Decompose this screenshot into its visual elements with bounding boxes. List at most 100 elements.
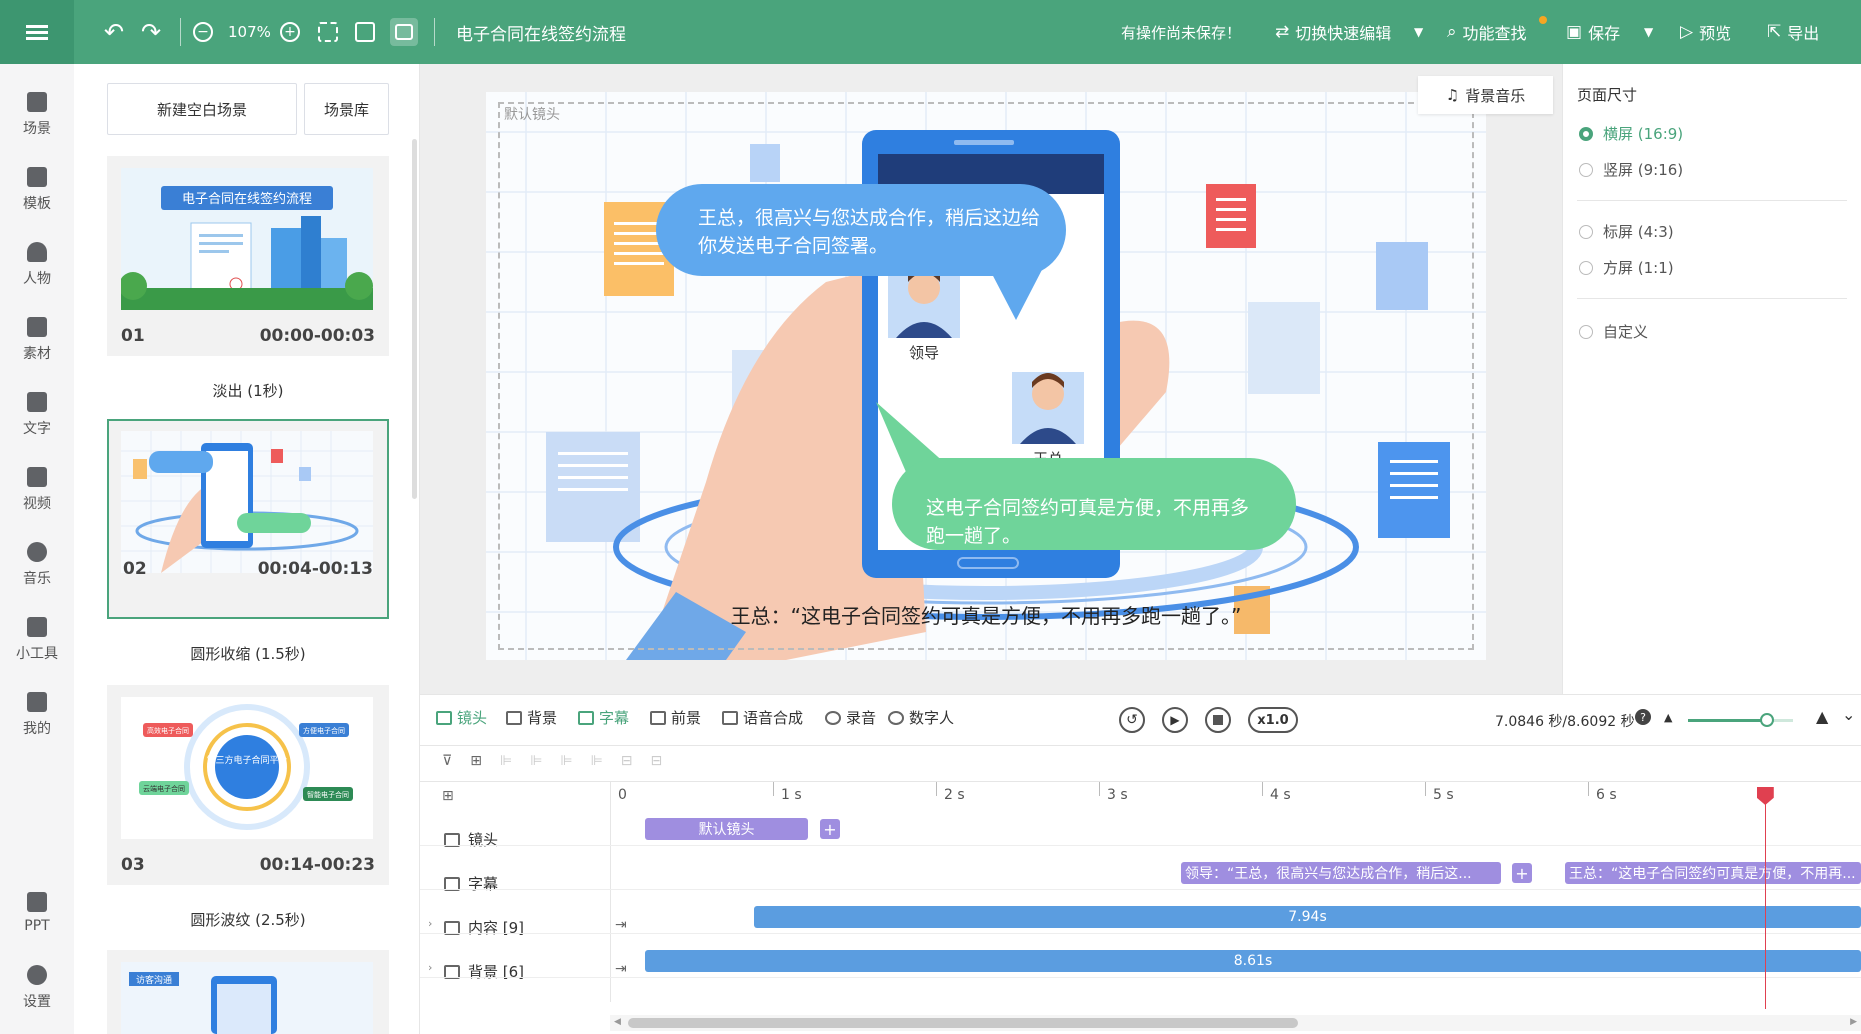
scene-transition-3[interactable]: 圆形波纹 (2.5秒) (107, 909, 389, 930)
undo-icon[interactable]: ↶ (104, 18, 124, 46)
add-camera-button[interactable]: + (820, 819, 840, 839)
nav-scene[interactable]: 场景 (0, 80, 74, 150)
camera-frame[interactable] (498, 102, 1474, 650)
size-option-1-1[interactable]: 方屏 (1:1) (1579, 257, 1674, 278)
ungroup-icon[interactable]: ⊟ (651, 753, 663, 769)
scroll-right-icon[interactable]: ▶ (1850, 1017, 1857, 1027)
ratio-icon[interactable] (355, 18, 375, 46)
replay-icon[interactable]: ↺ (1119, 707, 1145, 733)
timeline-zoom-slider[interactable] (1688, 713, 1793, 727)
tab-digital-human[interactable]: 数字人 (888, 707, 954, 728)
nav-material[interactable]: 素材 (0, 305, 74, 375)
scene-card-3[interactable]: 第三方电子合同平台 高效电子合同 方便电子合同 云端电子合同 智能电子合同 03… (107, 685, 389, 885)
scroll-left-icon[interactable]: ◀ (614, 1017, 621, 1027)
tab-tts[interactable]: 语音合成 (722, 707, 803, 728)
zoom-in-icon[interactable]: + (280, 18, 300, 46)
play-icon[interactable]: ▶ (1162, 707, 1188, 733)
camera-clip[interactable]: 默认镜头 (645, 818, 808, 840)
scene-number: 02 (123, 559, 147, 579)
scrollbar-thumb[interactable] (628, 1018, 1298, 1028)
collapse-icon[interactable]: ⌄ (1842, 705, 1855, 724)
zoom-out-icon[interactable]: − (193, 18, 213, 46)
scene-scrollbar[interactable] (412, 139, 417, 499)
nav-character[interactable]: 人物 (0, 230, 74, 300)
content-clip[interactable]: 7.94s (754, 906, 1861, 928)
background-music-button[interactable]: ♫ 背景音乐 (1418, 76, 1553, 114)
scene-library-button[interactable]: 场景库 (304, 83, 389, 135)
stop-icon[interactable] (1205, 707, 1231, 733)
nav-video[interactable]: 视频 (0, 455, 74, 525)
gear-icon (27, 965, 47, 985)
quick-edit-button[interactable]: ⇄ 切换快速编辑 (1275, 18, 1391, 46)
layer-icon[interactable]: ⊞ (470, 753, 482, 769)
size-option-9-16[interactable]: 竖屏 (9:16) (1579, 159, 1683, 180)
speed-button[interactable]: x1.0 (1248, 707, 1298, 733)
playhead[interactable] (1756, 787, 1774, 1009)
scene-card-1[interactable]: 电子合同在线签约流程 01 00:00-00:03 (107, 156, 389, 356)
find-button[interactable]: ⌕ 功能查找 (1447, 16, 1547, 46)
distribute-icon[interactable]: ⊫ (591, 753, 603, 769)
hamburger-menu-icon[interactable] (0, 0, 74, 64)
subtitle-clip-1[interactable]: 领导：“王总，很高兴与您达成合作，稍后这... (1181, 862, 1501, 884)
save-dropdown-icon[interactable]: ▼ (1644, 18, 1653, 46)
track-content-label[interactable]: 内容 [9] (444, 917, 524, 938)
ruler-label: 5 s (1433, 787, 1454, 803)
tab-background[interactable]: 背景 (506, 707, 557, 728)
zoom-out-mountain-icon[interactable]: ▲ (1664, 711, 1672, 724)
nav-music[interactable]: 音乐 (0, 530, 74, 600)
save-button[interactable]: ▣ 保存 (1566, 18, 1620, 46)
expand-chevron-icon[interactable]: › (428, 917, 432, 930)
size-option-custom[interactable]: 自定义 (1579, 321, 1648, 342)
group-icon[interactable]: ⊟ (621, 753, 633, 769)
new-blank-scene-button[interactable]: 新建空白场景 (107, 83, 297, 135)
horizontal-scrollbar[interactable]: ◀ ▶ (610, 1015, 1861, 1031)
track-export-icon[interactable]: ⇥ (615, 917, 627, 933)
align-right-icon[interactable]: ⊫ (560, 753, 572, 769)
redo-icon[interactable]: ↷ (141, 18, 161, 46)
size-option-16-9[interactable]: 横屏 (16:9) (1579, 123, 1683, 144)
nav-text[interactable]: 文字 (0, 380, 74, 450)
switch-icon: ⇄ (1275, 22, 1290, 42)
align-left-icon[interactable]: ⊫ (500, 753, 512, 769)
scene-time: 00:04-00:13 (257, 559, 373, 579)
filter-icon[interactable]: ⊽ (442, 753, 452, 769)
thumb-tag: 方便电子合同 (303, 726, 345, 735)
expand-chevron-icon[interactable]: › (428, 961, 432, 974)
export-button[interactable]: ⇱ 导出 (1767, 18, 1819, 46)
music-note-icon: ♫ (1445, 86, 1460, 104)
nav-template[interactable]: 模板 (0, 155, 74, 225)
tab-subtitle[interactable]: 字幕 (578, 707, 629, 728)
stage-canvas[interactable]: 领导 王总 王总，很高兴与您达成合作，稍后这边给你发送电子合同签署。 这电子合同… (486, 92, 1486, 660)
track-export-icon[interactable]: ⇥ (615, 961, 627, 977)
document-title[interactable]: 电子合同在线签约流程 (456, 18, 626, 46)
size-option-4-3[interactable]: 标屏 (4:3) (1579, 221, 1674, 242)
add-subtitle-button[interactable]: + (1512, 863, 1532, 883)
subtitle-clip-2[interactable]: 王总：“这电子合同签约可真是方便，不用再... (1565, 862, 1861, 884)
subtitle-icon[interactable] (390, 18, 418, 46)
help-icon[interactable]: ? (1635, 709, 1651, 725)
preview-button[interactable]: ▷ 预览 (1680, 18, 1731, 46)
zoom-slider-handle[interactable] (1759, 713, 1774, 727)
panel-title: 页面尺寸 (1577, 86, 1638, 104)
track-background-label[interactable]: 背景 [6] (444, 961, 524, 982)
chevron-down-icon[interactable]: ▼ (1414, 18, 1423, 46)
scene-transition-2[interactable]: 圆形收缩 (1.5秒) (107, 643, 389, 664)
track-layout-icon[interactable]: ⊞ (442, 788, 454, 804)
tab-record[interactable]: 录音 (825, 707, 876, 728)
fullscreen-icon[interactable] (318, 18, 338, 46)
scene-card-4[interactable]: 访客沟通 (107, 950, 389, 1034)
tab-camera[interactable]: 镜头 (436, 707, 487, 728)
nav-settings[interactable]: 设置 (0, 953, 74, 1023)
tab-foreground[interactable]: 前景 (650, 707, 701, 728)
align-center-icon[interactable]: ⊫ (530, 753, 542, 769)
nav-mine[interactable]: 我的 (0, 680, 74, 750)
nav-ppt[interactable]: PPT (0, 878, 74, 948)
tts-icon (722, 710, 738, 725)
scene-card-2[interactable]: 02 00:04-00:13 (107, 419, 389, 619)
background-clip[interactable]: 8.61s (645, 950, 1861, 972)
time-ruler[interactable]: 0 1 s 2 s 3 s 4 s 5 s 6 s (610, 782, 1861, 812)
nav-tools[interactable]: 小工具 (0, 605, 74, 675)
zoom-in-mountain-icon[interactable]: ▲ (1816, 707, 1828, 726)
search-icon: ⌕ (1447, 22, 1457, 42)
scene-transition-1[interactable]: 淡出 (1秒) (107, 380, 389, 401)
